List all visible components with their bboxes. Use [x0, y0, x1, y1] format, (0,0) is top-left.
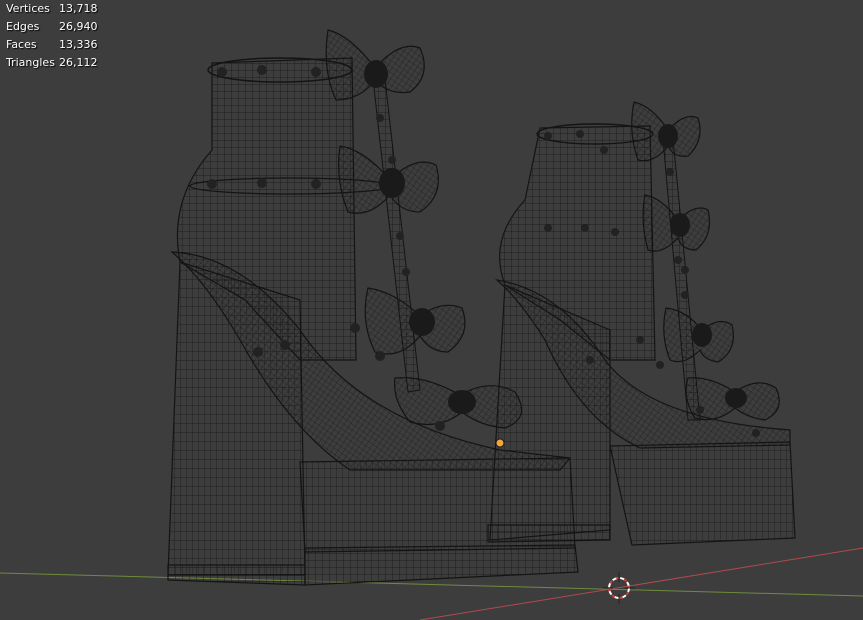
stat-value: 26,940	[59, 20, 98, 33]
right-shoe-mesh[interactable]	[487, 101, 796, 546]
stat-value: 13,718	[59, 2, 98, 15]
stat-row-edges: Edges 26,940	[6, 18, 98, 36]
stat-row-triangles: Triangles 26,112	[6, 54, 98, 72]
object-origin-icon[interactable]	[495, 438, 505, 448]
stat-value: 13,336	[59, 38, 98, 51]
stat-label: Vertices	[6, 2, 50, 15]
stat-row-vertices: Vertices 13,718	[6, 0, 98, 18]
stat-row-faces: Faces 13,336	[6, 36, 98, 54]
stat-label: Edges	[6, 20, 40, 33]
scene-statistics-overlay: Vertices 13,718 Edges 26,940 Faces 13,33…	[6, 0, 98, 72]
3d-viewport[interactable]: Vertices 13,718 Edges 26,940 Faces 13,33…	[0, 0, 863, 620]
viewport-scene[interactable]	[0, 0, 863, 620]
stat-label: Faces	[6, 38, 37, 51]
stat-value: 26,112	[59, 56, 98, 69]
stat-label: Triangles	[6, 56, 55, 69]
